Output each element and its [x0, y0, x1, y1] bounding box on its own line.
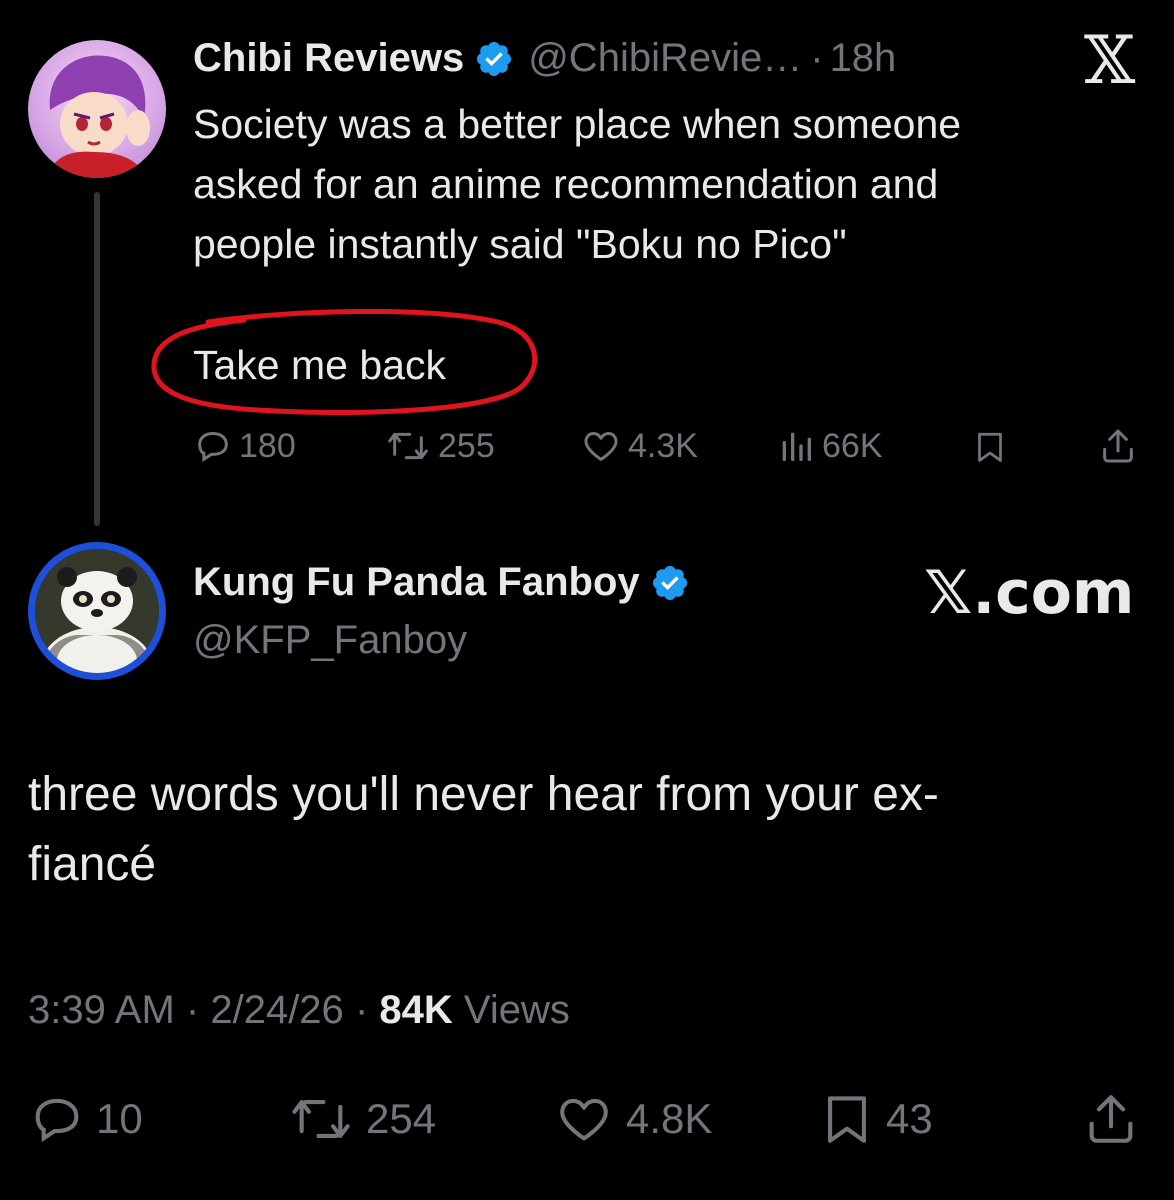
views-count[interactable]: 84K — [379, 988, 452, 1032]
x-com-watermark: 𝕏.com — [924, 558, 1135, 628]
bookmark-icon — [978, 432, 1002, 462]
quoted-reply-button[interactable]: 180 — [193, 426, 296, 466]
quoted-tweet-text: Society was a better place when someone … — [193, 94, 1153, 274]
like-icon — [560, 1098, 608, 1141]
main-author-name[interactable]: Kung Fu Panda Fanboy — [193, 560, 640, 605]
thread-connector-line — [94, 192, 100, 526]
main-tweet-header: Kung Fu Panda Fanboy — [193, 560, 690, 605]
tweet-date[interactable]: 2/24/26 — [210, 988, 343, 1032]
repost-icon — [388, 432, 428, 460]
tweet-meta: 3:39 AM · 2/24/26 · 84K Views — [28, 988, 570, 1033]
quoted-timestamp[interactable]: 18h — [830, 36, 897, 81]
quoted-text-circled: Take me back — [193, 342, 446, 388]
x-logo-icon: 𝕏 — [1084, 22, 1136, 99]
quoted-text-line: people instantly said "Boku no Pico" — [193, 221, 847, 267]
quoted-views-count: 66K — [822, 426, 883, 465]
quoted-like-count: 4.3K — [628, 426, 698, 465]
views-icon — [782, 432, 811, 461]
header-separator: · — [810, 36, 824, 80]
panda-avatar-art — [35, 549, 159, 673]
views-label: Views — [463, 988, 570, 1032]
main-reply-button[interactable]: 10 — [28, 1090, 143, 1148]
main-author-handle[interactable]: @KFP_Fanboy — [193, 618, 467, 663]
main-bookmark-count: 43 — [886, 1095, 933, 1142]
quoted-views-button[interactable]: 66K — [776, 426, 883, 466]
verified-badge-icon — [652, 565, 687, 600]
chibi-avatar[interactable] — [28, 40, 166, 178]
main-like-count: 4.8K — [626, 1095, 713, 1142]
quoted-text-line: Society was a better place when someone — [193, 101, 962, 147]
main-like-button[interactable]: 4.8K — [552, 1090, 712, 1148]
main-repost-count: 254 — [366, 1095, 437, 1142]
main-share-button[interactable] — [1082, 1090, 1140, 1153]
quoted-author-handle[interactable]: @ChibiRevie… — [528, 36, 802, 81]
quoted-reply-count: 180 — [239, 426, 296, 465]
main-tweet-text: three words you'll never hear from your … — [28, 760, 1148, 900]
share-icon — [1089, 1095, 1133, 1143]
repost-icon — [292, 1100, 350, 1138]
share-icon — [1103, 429, 1133, 463]
meta-separator: · — [354, 988, 369, 1032]
quoted-share-button[interactable] — [1098, 426, 1138, 471]
bookmark-icon — [828, 1096, 866, 1143]
like-icon — [584, 432, 618, 461]
quoted-tweet-header: Chibi Reviews @ChibiRevie… · 18h — [193, 36, 896, 81]
quoted-author-name[interactable]: Chibi Reviews — [193, 36, 464, 81]
meta-separator: · — [185, 988, 200, 1032]
tweet-time[interactable]: 3:39 AM — [28, 988, 175, 1032]
reply-icon — [198, 431, 228, 463]
main-bookmark-button[interactable]: 43 — [818, 1090, 933, 1148]
chibi-avatar-art — [48, 55, 150, 178]
reply-icon — [35, 1098, 79, 1143]
main-text-line: three words you'll never hear from your … — [28, 768, 939, 821]
quoted-like-button[interactable]: 4.3K — [580, 426, 698, 466]
quoted-bookmark-button[interactable] — [972, 428, 1008, 471]
quoted-text-line: asked for an anime recommendation and — [193, 161, 939, 207]
kfp-avatar[interactable] — [28, 542, 166, 680]
quoted-repost-count: 255 — [438, 426, 495, 465]
quoted-repost-button[interactable]: 255 — [384, 426, 495, 466]
main-text-line: fiancé — [28, 838, 157, 891]
main-reply-count: 10 — [96, 1095, 143, 1142]
verified-badge-icon — [477, 41, 512, 76]
main-repost-button[interactable]: 254 — [286, 1090, 436, 1148]
